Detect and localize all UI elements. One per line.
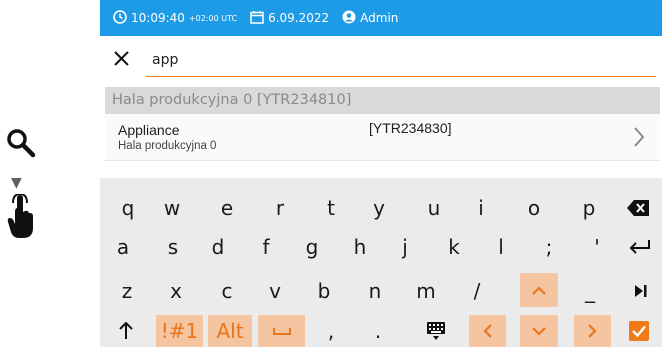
- key-o[interactable]: o: [518, 192, 550, 224]
- user-name: Admin: [360, 11, 399, 25]
- key-u[interactable]: u: [418, 192, 450, 224]
- key-period[interactable]: .: [362, 315, 394, 347]
- key-v[interactable]: v: [259, 275, 291, 307]
- on-screen-keyboard: q w e r t y u i o p a s d f g h j k l ; …: [100, 178, 662, 347]
- clock-icon: [113, 9, 131, 27]
- alt-key[interactable]: Alt: [208, 315, 252, 347]
- result-title: Appliance: [118, 122, 180, 138]
- date-text: 6.09.2022: [268, 11, 330, 25]
- key-p[interactable]: p: [573, 192, 605, 224]
- arrow-up-key[interactable]: [520, 273, 558, 307]
- key-s[interactable]: s: [157, 231, 189, 263]
- symbols-key[interactable]: !#1: [156, 315, 203, 347]
- time-text: 10:09:40: [131, 11, 185, 25]
- key-f[interactable]: f: [250, 231, 282, 263]
- key-slash[interactable]: /: [461, 275, 493, 307]
- key-w[interactable]: w: [156, 192, 188, 224]
- key-c[interactable]: c: [211, 275, 243, 307]
- key-semicolon[interactable]: ;: [533, 231, 565, 263]
- result-subtitle: Hala produkcyjna 0: [118, 140, 217, 152]
- time-display: 10:09:40 +02:00 UTC: [113, 9, 238, 27]
- arrow-down-key[interactable]: [520, 315, 558, 347]
- enter-icon[interactable]: [622, 231, 658, 263]
- search-underline: [146, 76, 656, 77]
- key-g[interactable]: g: [296, 231, 328, 263]
- key-apostrophe[interactable]: ': [581, 231, 613, 263]
- key-b[interactable]: b: [308, 275, 340, 307]
- user-icon: [342, 10, 360, 27]
- search-icon: [6, 128, 36, 162]
- key-i[interactable]: i: [465, 192, 497, 224]
- user-display[interactable]: Admin: [342, 10, 398, 27]
- key-z[interactable]: z: [111, 275, 143, 307]
- close-icon[interactable]: [112, 46, 132, 70]
- confirm-checkbox-icon[interactable]: [622, 316, 656, 346]
- chevron-right-icon[interactable]: [633, 126, 645, 152]
- key-j[interactable]: j: [389, 231, 421, 263]
- device-screen: 10:09:40 +02:00 UTC 6.09.2022 Admin Hala…: [100, 0, 662, 347]
- key-underscore[interactable]: _: [574, 275, 606, 307]
- key-n[interactable]: n: [359, 275, 391, 307]
- calendar-icon: [250, 10, 268, 27]
- key-e[interactable]: e: [211, 192, 243, 224]
- key-comma[interactable]: ,: [315, 315, 347, 347]
- key-r[interactable]: r: [264, 192, 296, 224]
- timezone-text: +02:00 UTC: [188, 13, 238, 23]
- key-d[interactable]: d: [202, 231, 234, 263]
- backspace-icon[interactable]: [620, 192, 656, 224]
- end-icon[interactable]: [626, 275, 656, 307]
- key-q[interactable]: q: [112, 192, 144, 224]
- key-a[interactable]: a: [107, 231, 139, 263]
- space-key[interactable]: [258, 315, 305, 347]
- arrow-left-key[interactable]: [469, 315, 506, 347]
- key-x[interactable]: x: [160, 275, 192, 307]
- keyboard-hide-icon[interactable]: [419, 315, 453, 347]
- arrow-down-icon: ▼: [11, 175, 22, 191]
- date-display: 6.09.2022: [250, 10, 329, 27]
- key-y[interactable]: y: [363, 192, 395, 224]
- section-header: Hala produkcyjna 0 [YTR234810]: [105, 87, 660, 114]
- status-bar: 10:09:40 +02:00 UTC 6.09.2022 Admin: [100, 0, 662, 36]
- result-code: [YTR234830]: [369, 120, 452, 136]
- key-l[interactable]: l: [485, 231, 517, 263]
- key-t[interactable]: t: [315, 192, 347, 224]
- touch-hand-icon: [7, 192, 35, 244]
- key-h[interactable]: h: [344, 231, 376, 263]
- key-m[interactable]: m: [410, 275, 442, 307]
- key-k[interactable]: k: [438, 231, 470, 263]
- arrow-right-key[interactable]: [574, 315, 611, 347]
- search-input[interactable]: [152, 48, 632, 72]
- result-item[interactable]: Appliance Hala produkcyjna 0 [YTR234830]: [105, 114, 660, 161]
- shift-icon[interactable]: [110, 316, 142, 346]
- instruction-panel: ▼: [0, 0, 100, 347]
